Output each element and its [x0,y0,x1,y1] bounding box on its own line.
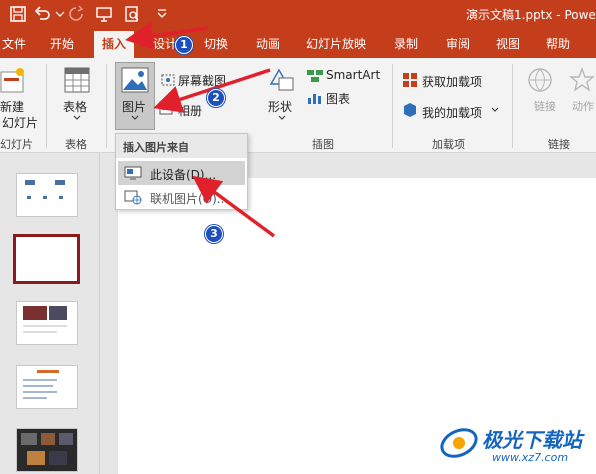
photo-collage-thumbnail-icon [17,429,77,471]
group-separator [392,64,393,148]
present-icon[interactable] [94,4,114,24]
shapes-label[interactable]: 形状 [268,98,292,115]
new-slide-icon[interactable] [0,66,26,96]
group-separator [46,64,47,148]
tab-view[interactable]: 视图 [496,35,520,52]
slide-thumbnail[interactable] [16,173,78,217]
step-marker-3: 3 [205,225,223,243]
group-label-illustrations: 插图 [312,138,334,151]
shapes-chevron-icon[interactable] [277,114,287,122]
redo-icon[interactable] [66,4,86,24]
this-device-menu-item[interactable]: 此设备(D)... [118,161,245,185]
table-button-label[interactable]: 表格 [63,98,87,115]
tab-insert[interactable]: 插入 [94,31,135,58]
watermark-url: www.xz7.com [492,451,569,464]
smartart-label[interactable]: SmartArt [326,68,380,82]
group-separator [512,64,513,148]
tab-design[interactable]: 设计 [153,35,177,52]
diagram-thumbnail-icon [25,180,65,199]
screenshot-label[interactable]: 屏幕截图 [178,72,226,89]
tab-transitions[interactable]: 切换 [204,35,228,52]
tab-help[interactable]: 帮助 [546,35,570,52]
customize-icon[interactable] [152,4,172,24]
tab-home[interactable]: 开始 [50,35,74,52]
my-addins-icon[interactable] [402,102,418,118]
my-addins-chevron-icon[interactable] [490,106,500,114]
picture-icon[interactable] [120,66,150,94]
tab-slideshow[interactable]: 幻灯片放映 [306,35,366,52]
action-label[interactable]: 动作 [572,98,594,114]
group-label-addins: 加载项 [432,138,465,151]
title-bar: 演示文稿1.pptx - Powe [0,0,596,28]
action-icon[interactable] [568,66,596,94]
step-marker-1: 1 [175,36,193,54]
smartart-icon[interactable] [306,68,324,84]
table-icon[interactable] [63,66,91,94]
text-thumbnail-icon [23,370,59,399]
get-addins-icon[interactable] [402,72,418,88]
this-device-label: 此设备(D)... [150,168,217,182]
group-label-links: 链接 [548,138,570,151]
chart-icon[interactable] [306,90,324,106]
my-addins-label[interactable]: 我的加载项 [422,104,482,121]
slide-thumbnail[interactable] [16,428,78,472]
chart-label[interactable]: 图表 [326,90,350,107]
site-watermark: 极光下载站 www.xz7.com [438,418,594,472]
group-label-tables: 表格 [65,138,87,151]
online-pictures-label: 联机图片(O)... [150,192,229,206]
tab-animations[interactable]: 动画 [256,35,280,52]
tab-record[interactable]: 录制 [394,35,418,52]
album-label[interactable]: 相册 [178,102,202,119]
album-icon[interactable] [158,100,174,116]
slide-thumbnail-selected[interactable] [13,234,80,284]
online-pictures-menu-item[interactable]: 联机图片(O)... [118,185,245,209]
online-picture-icon [124,190,142,205]
group-label-slides: 幻灯片 [0,138,33,151]
photo-thumbnail-icon [23,306,67,333]
watermark-name: 极光下载站 [482,428,582,452]
insert-picture-dropdown: 插入图片来自 此设备(D)... 联机图片(O)... [115,133,248,210]
screenshot-icon[interactable] [160,72,176,88]
link-label[interactable]: 链接 [534,98,556,114]
watermark-logo-icon [440,428,478,458]
save-icon[interactable] [8,4,28,24]
slide-thumbnail-pane[interactable] [0,153,100,474]
table-chevron-icon[interactable] [72,114,82,122]
tab-review[interactable]: 审阅 [446,35,470,52]
get-addins-label[interactable]: 获取加载项 [422,73,482,90]
new-slide-label[interactable]: 新建 [0,98,24,115]
group-separator [106,64,107,148]
tab-file[interactable]: 文件 [2,35,26,52]
slide-thumbnail[interactable] [16,365,78,409]
link-icon[interactable] [526,66,554,94]
step-marker-2: 2 [207,89,225,107]
dropdown-header: 插入图片来自 [116,134,247,158]
slide-thumbnail[interactable] [16,301,78,345]
device-icon [124,166,142,180]
ribbon: 新建 幻灯片 幻灯片 表格 表格 图片 屏幕截图 相册 形状 SmartArt … [0,58,596,153]
shapes-icon[interactable] [267,66,297,94]
undo-icon[interactable] [32,4,52,24]
new-slide-label-2[interactable]: 幻灯片 [2,114,38,131]
picture-chevron-icon[interactable] [130,114,140,122]
picture-button-label[interactable]: 图片 [122,98,146,115]
print-preview-icon[interactable] [122,4,142,24]
document-title: 演示文稿1.pptx - Powe [466,8,596,22]
ribbon-tab-bar: 文件 开始 插入 设计 切换 动画 幻灯片放映 录制 审阅 视图 帮助 [0,28,596,58]
